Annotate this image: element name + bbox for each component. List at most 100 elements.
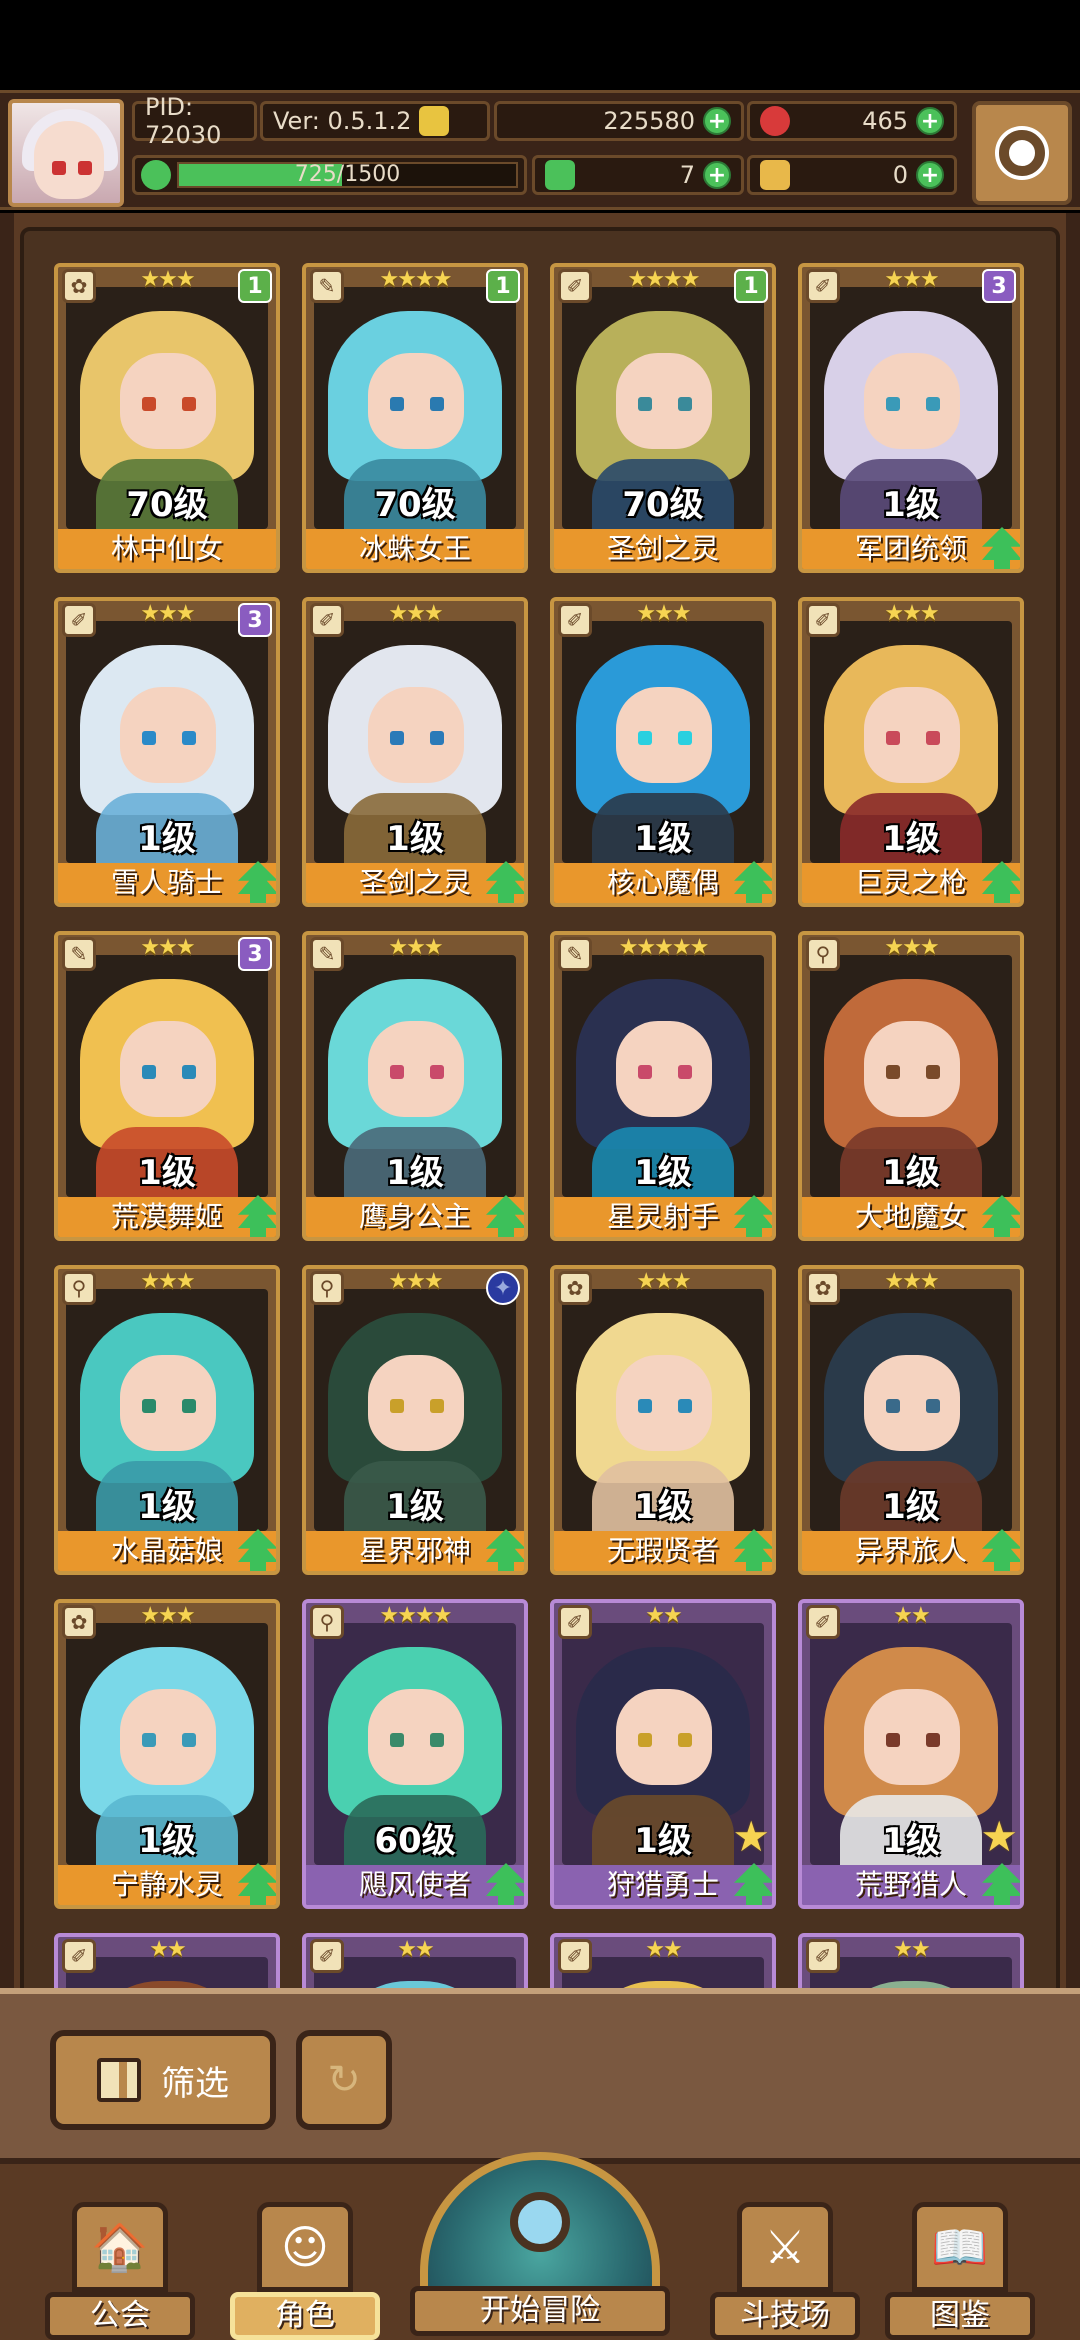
character-card[interactable]: ✐ ★★ — [54, 1933, 280, 1988]
character-name: 鹰身公主 — [306, 1197, 524, 1237]
character-card[interactable]: ✐ ★★★ 3 1级 军团统领 — [798, 263, 1024, 573]
add-key-button[interactable]: + — [916, 161, 944, 189]
character-card[interactable]: ✎ ★★★ 1级 鹰身公主 — [302, 931, 528, 1241]
nav-character-label: 角色 — [230, 2292, 380, 2340]
character-level: 60级 — [374, 1821, 456, 1861]
character-name: 星界邪神 — [306, 1531, 524, 1571]
character-card[interactable]: ✐ ★★★ 3 1级 雪人骑士 — [54, 597, 280, 907]
character-card[interactable]: ⚲ ★★★★ 60级 飓风使者 — [302, 1599, 528, 1909]
character-card[interactable]: ✿ ★★★ 1 70级 林中仙女 — [54, 263, 280, 573]
character-name: 圣剑之灵 — [306, 863, 524, 903]
key-counter: 0 + — [747, 155, 957, 195]
character-face-icon: ☺ — [257, 2202, 353, 2292]
character-grid: ✿ ★★★ 1 70级 林中仙女 ✎ ★★★★ 1 70级 冰蛛女王 ✐ ★★★… — [20, 227, 1060, 1988]
character-card[interactable]: ✐ ★★★ 1级 巨灵之枪 — [798, 597, 1024, 907]
character-name: 巨灵之枪 — [802, 863, 1020, 903]
rank-badge: 3 — [982, 269, 1016, 303]
character-card[interactable]: ✿ ★★★ 1级 无瑕贤者 — [550, 1265, 776, 1575]
character-card[interactable]: ✿ ★★★ 1级 异界旅人 — [798, 1265, 1024, 1575]
character-card[interactable]: ⚲ ★★★ 1级 水晶菇娘 — [54, 1265, 280, 1575]
character-level: 1级 — [386, 1153, 444, 1193]
exp-bar: 725/1500 — [132, 155, 527, 195]
guild-building-icon: 🏠 — [72, 2202, 168, 2292]
refresh-button[interactable]: ↻ — [296, 2030, 392, 2130]
star-rating: ★★★★★ — [618, 935, 710, 960]
nav-adventure-label: 开始冒险 — [410, 2286, 670, 2336]
version-text: Ver: 0.5.1.2 — [273, 107, 412, 135]
character-name: 冰蛛女王 — [306, 529, 524, 569]
character-card[interactable]: ✐ ★★ — [550, 1933, 776, 1988]
clover-counter: 7 + — [532, 155, 744, 195]
star-rating: ★★ — [645, 1937, 682, 1962]
star-rating: ★★ — [397, 1937, 434, 1962]
star-rating: ★★★★ — [379, 1603, 453, 1628]
gem-value: 465 — [862, 107, 908, 135]
character-name: 雪人骑士 — [58, 863, 276, 903]
character-card[interactable]: ✐ ★★ — [302, 1933, 528, 1988]
rank-badge: ✦ — [486, 1271, 520, 1305]
star-rating: ★★ — [893, 1937, 930, 1962]
nav-codex[interactable]: 📖 图鉴 — [885, 2200, 1035, 2340]
status-bar — [0, 0, 1080, 90]
character-level: 1级 — [138, 819, 196, 859]
character-level: 1级 — [882, 485, 940, 525]
filter-button[interactable]: 筛选 — [50, 2030, 276, 2130]
star-rating: ★★ — [893, 1603, 930, 1628]
character-name: 异界旅人 — [802, 1531, 1020, 1571]
top-hud: PID: 72030 Ver: 0.5.1.2 225580 + 465 + 72… — [0, 90, 1080, 210]
character-card[interactable]: ✐ ★★★ 1级 圣剑之灵 — [302, 597, 528, 907]
character-card[interactable]: ✐ ★★★ 1级 核心魔偶 — [550, 597, 776, 907]
star-icon: ★ — [980, 1812, 1018, 1861]
character-card[interactable]: ✿ ★★★ 1级 宁静水灵 — [54, 1599, 280, 1909]
character-level: 1级 — [634, 819, 692, 859]
exp-text: 725/1500 — [294, 162, 401, 187]
nav-guild[interactable]: 🏠 公会 — [45, 2200, 195, 2340]
nav-character[interactable]: ☺ 角色 — [230, 2200, 380, 2340]
add-clover-button[interactable]: + — [703, 161, 731, 189]
star-rating: ★★★ — [636, 1269, 691, 1294]
star-rating: ★★★ — [388, 601, 443, 626]
add-gold-button[interactable]: + — [703, 107, 731, 135]
character-name: 荒漠舞姬 — [58, 1197, 276, 1237]
character-level: 1级 — [138, 1821, 196, 1861]
character-name: 星灵射手 — [554, 1197, 772, 1237]
nav-codex-label: 图鉴 — [885, 2292, 1035, 2340]
character-card[interactable]: ✎ ★★★★ 1 70级 冰蛛女王 — [302, 263, 528, 573]
star-rating: ★★★ — [884, 601, 939, 626]
character-level: 1级 — [138, 1487, 196, 1527]
player-id: PID: 72030 — [132, 93, 257, 149]
star-rating: ★★★ — [140, 1269, 195, 1294]
character-grid-area: ✿ ★★★ 1 70级 林中仙女 ✎ ★★★★ 1 70级 冰蛛女王 ✐ ★★★… — [0, 213, 1080, 1988]
crossed-swords-icon: ⚔ — [737, 2202, 833, 2292]
nav-adventure[interactable]: 开始冒险 — [410, 2152, 670, 2340]
character-level: 1级 — [634, 1153, 692, 1193]
character-name: 军团统领 — [802, 529, 1020, 569]
character-card[interactable]: ✎ ★★★ 3 1级 荒漠舞姬 — [54, 931, 280, 1241]
character-card[interactable]: ✐ ★★ 1级 荒野猎人 ★ — [798, 1599, 1024, 1909]
version-label: Ver: 0.5.1.2 — [260, 101, 490, 141]
character-level: 70级 — [126, 485, 208, 525]
nav-arena[interactable]: ⚔ 斗技场 — [710, 2200, 860, 2340]
character-level: 1级 — [386, 1487, 444, 1527]
grid-icon — [97, 2058, 141, 2102]
star-rating: ★★★ — [140, 1603, 195, 1628]
nav-guild-label: 公会 — [45, 2292, 195, 2340]
gear-icon — [999, 130, 1045, 176]
character-card[interactable]: ⚲ ★★★ ✦ 1级 星界邪神 — [302, 1265, 528, 1575]
character-card[interactable]: ✐ ★★★★ 1 70级 圣剑之灵 — [550, 263, 776, 573]
character-card[interactable]: ✐ ★★ 1级 狩猎勇士 ★ — [550, 1599, 776, 1909]
star-rating: ★★★ — [388, 935, 443, 960]
gem-counter: 465 + — [747, 101, 957, 141]
add-gem-button[interactable]: + — [916, 107, 944, 135]
star-rating: ★★★ — [884, 935, 939, 960]
character-card[interactable]: ✎ ★★★★★ 1级 星灵射手 — [550, 931, 776, 1241]
star-rating: ★★★ — [884, 1269, 939, 1294]
character-card[interactable]: ✐ ★★ — [798, 1933, 1024, 1988]
character-name: 圣剑之灵 — [554, 529, 772, 569]
star-rating: ★★ — [645, 1603, 682, 1628]
star-rating: ★★ — [149, 1937, 186, 1962]
player-avatar[interactable] — [8, 99, 124, 207]
key-icon — [760, 160, 790, 190]
character-card[interactable]: ⚲ ★★★ 1级 大地魔女 — [798, 931, 1024, 1241]
settings-button[interactable] — [972, 101, 1072, 205]
